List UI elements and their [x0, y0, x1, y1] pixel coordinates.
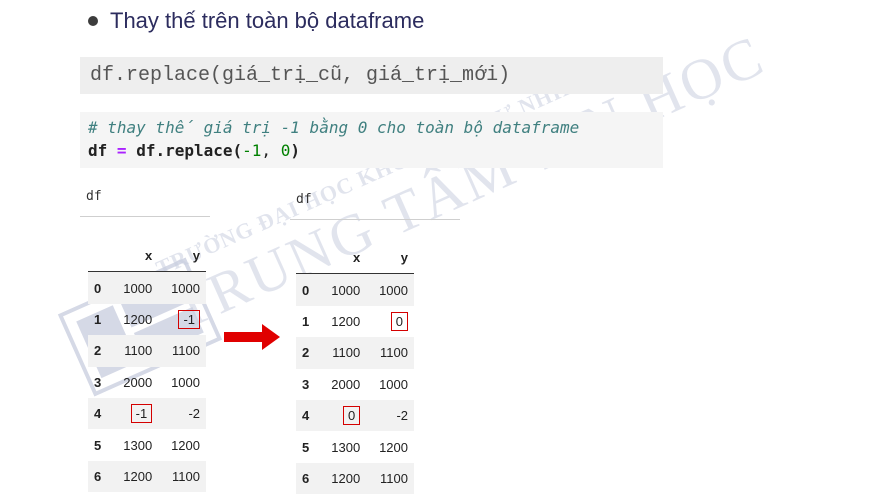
cell-x: 1100: [332, 345, 361, 361]
table-row: 6 1200 1100: [88, 460, 206, 493]
input-before-text: df: [86, 189, 102, 204]
syntax-box: df.replace(giá_trị_cũ, giá_trị_mới): [80, 57, 663, 94]
row-index: 4: [94, 406, 102, 422]
row-index: 4: [302, 408, 310, 424]
dataframe-after: x y 0 1000 1000 1 1200 0 2 1100 1100 3 2000 1000…: [296, 242, 414, 494]
code-var: df: [88, 141, 108, 160]
cell-x: 1200: [123, 468, 153, 484]
table-row: 6 1200 1100: [296, 462, 414, 494]
table-row: 0 1000 1000: [296, 273, 414, 306]
table-row: 2 1100 1100: [296, 337, 414, 369]
table-header-index: [88, 240, 111, 273]
code-close: ): [290, 141, 300, 160]
table-header-y: y: [366, 242, 414, 275]
cell-x: 1300: [331, 439, 361, 455]
cell-y: 1000: [171, 280, 200, 296]
cell-y: -2: [396, 408, 408, 424]
cell-x: 1100: [124, 343, 153, 359]
right-arrow-icon: [224, 324, 280, 350]
table-row: 5 1300 1200: [88, 429, 206, 460]
bullet-dot-icon: [88, 16, 98, 26]
code-call: df.replace(: [136, 141, 243, 160]
row-index: 0: [94, 280, 102, 296]
cell-x: 1000: [331, 282, 361, 298]
watermark: TRƯỜNG ĐẠI HỌC KHOA HỌC TỰ NHIÊN TRUNG T…: [152, 0, 775, 343]
row-index: 2: [302, 345, 310, 361]
row-index: 1: [302, 313, 310, 329]
row-index: 3: [94, 374, 102, 390]
cell-y: 1200: [379, 439, 408, 455]
table-header-x: x: [318, 242, 367, 275]
cell-y: 0: [366, 306, 414, 337]
cell-y: 1100: [380, 470, 408, 486]
highlighted-cell: -1: [178, 309, 200, 329]
table-row: 3 2000 1000: [88, 367, 206, 398]
table-header-y: y: [158, 240, 206, 273]
table-header-index: [296, 242, 319, 275]
table-row: 0 1000 1000: [88, 271, 206, 304]
cell-x: 0: [318, 400, 366, 431]
cell-x: 1000: [123, 280, 153, 296]
cell-y: -1: [158, 304, 206, 335]
cell-y: 1100: [172, 468, 200, 484]
table-header-x: x: [110, 240, 159, 273]
table-row: 1 1200 -1: [88, 304, 206, 335]
table-row: 3 2000 1000: [296, 369, 414, 400]
table-row: 4 -1 -2: [88, 397, 206, 430]
code-line: df = df.replace(-1, 0): [88, 141, 655, 160]
cell-y: 1200: [171, 437, 200, 453]
code-arg1: -1: [242, 141, 262, 160]
code-arg2: 0: [280, 141, 291, 160]
cell-x: 1200: [331, 470, 361, 486]
input-cell-after[interactable]: df: [290, 186, 460, 220]
highlighted-cell: 0: [390, 311, 408, 331]
table-row: 5 1300 1200: [296, 431, 414, 462]
cell-y: 1000: [379, 282, 408, 298]
row-index: 2: [94, 343, 102, 359]
cell-y: 1100: [380, 345, 408, 361]
cell-x: 2000: [123, 374, 153, 390]
table-row: 2 1100 1100: [88, 335, 206, 367]
table-header-row: x y: [88, 240, 206, 273]
cell-y: 1000: [379, 376, 408, 392]
row-index: 5: [94, 437, 102, 453]
row-index: 3: [302, 376, 310, 392]
highlighted-cell: 0: [342, 406, 361, 426]
cell-x: -1: [110, 398, 158, 429]
cell-x: 1300: [123, 437, 153, 453]
syntax-text: df.replace(giá_trị_cũ, giá_trị_mới): [90, 64, 511, 87]
table-row: 4 0 -2: [296, 399, 414, 432]
code-sep: ,: [261, 141, 281, 160]
cell-x: 1200: [331, 313, 361, 329]
row-index: 5: [302, 439, 310, 455]
input-after-text: df: [296, 192, 312, 207]
table-row: 1 1200 0: [296, 306, 414, 337]
cell-x: 1200: [123, 311, 153, 327]
dataframe-before: x y 0 1000 1000 1 1200 -1 2 1100 1100 3 2000 100…: [88, 240, 206, 493]
cell-x: 2000: [331, 376, 361, 392]
cell-y: 1100: [172, 343, 200, 359]
code-comment: # thay thế giá trị -1 bằng 0 cho toàn bộ…: [88, 118, 580, 137]
code-cell[interactable]: # thay thế giá trị -1 bằng 0 cho toàn bộ…: [80, 112, 663, 168]
row-index: 6: [94, 468, 102, 484]
bullet-heading: Thay thế trên toàn bộ dataframe: [88, 8, 424, 34]
row-index: 0: [302, 282, 310, 298]
cell-y: -2: [188, 406, 200, 422]
bullet-text: Thay thế trên toàn bộ dataframe: [110, 8, 425, 33]
cell-y: 1000: [171, 374, 200, 390]
code-eq: =: [116, 141, 127, 160]
table-header-row: x y: [296, 242, 414, 275]
input-cell-before[interactable]: df: [80, 183, 210, 217]
row-index: 6: [302, 470, 310, 486]
row-index: 1: [94, 311, 102, 327]
highlighted-cell: -1: [130, 404, 153, 424]
